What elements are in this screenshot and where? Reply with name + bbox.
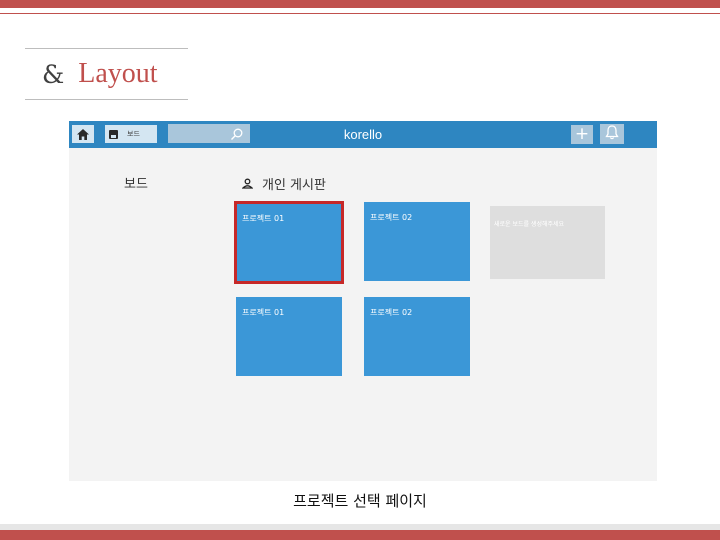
app-title: korello: [343, 127, 383, 142]
section-rule-top: [25, 48, 188, 49]
personal-boards-heading: 개인 게시판: [241, 174, 326, 193]
project-card[interactable]: 프로젝트 01: [234, 201, 344, 284]
section-rule-bottom: [25, 99, 188, 100]
slide-caption: 프로젝트 선택 페이지: [293, 492, 427, 510]
personal-boards-label: 개인 게시판: [262, 178, 326, 193]
project-card[interactable]: 프로젝트 02: [364, 202, 470, 281]
app-mockup: 보드 korello + 보드 개인 게시판 프로젝트 01 프로젝트 02 프…: [69, 121, 657, 481]
project-card[interactable]: 프로젝트 01: [236, 297, 342, 376]
add-board-button[interactable]: +: [571, 125, 593, 144]
new-board-hint: 새로운 보드를 생성해주세요: [494, 221, 565, 228]
section-title: & Layout: [42, 56, 158, 92]
top-accent-line: [0, 13, 720, 14]
app-header: 보드 korello +: [69, 121, 657, 148]
project-card[interactable]: 프로젝트 02: [364, 297, 470, 376]
project-card-label: 프로젝트 02: [370, 213, 413, 222]
project-card-label: 프로젝트 01: [242, 214, 285, 223]
user-icon: [241, 174, 254, 193]
plus-icon: +: [574, 124, 590, 144]
bottom-accent-bar: [0, 530, 720, 540]
section-title-text: Layout: [78, 58, 158, 89]
top-accent-bar: [0, 0, 720, 8]
project-card-label: 프로젝트 01: [242, 308, 285, 317]
project-card-label: 프로젝트 02: [370, 308, 413, 317]
notifications-button[interactable]: [600, 124, 624, 144]
new-board-card[interactable]: 새로운 보드를 생성해주세요: [490, 206, 605, 279]
ampersand-mark: &: [42, 59, 65, 89]
sidebar-boards-heading: 보드: [124, 177, 148, 192]
bell-icon: [605, 124, 619, 144]
